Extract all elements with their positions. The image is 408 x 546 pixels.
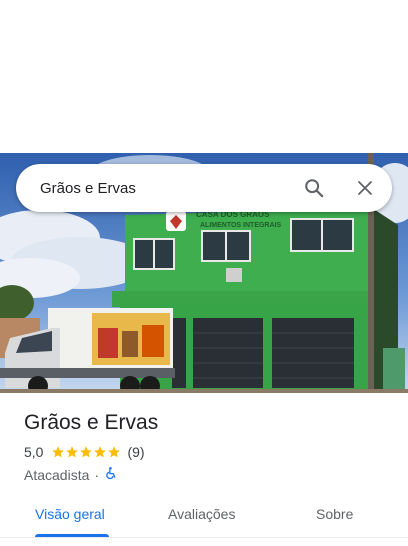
star-icon <box>52 446 65 458</box>
search-icon[interactable] <box>302 176 326 200</box>
tabs-divider <box>0 537 408 538</box>
tab-overview[interactable]: Visão geral <box>35 506 105 522</box>
building-sign-text: ALIMENTOS INTEGRAIS <box>200 222 281 229</box>
search-query-text[interactable]: Grãos e Ervas <box>40 180 136 197</box>
star-icon <box>94 446 107 458</box>
review-count[interactable]: (9) <box>127 444 144 460</box>
place-tabs: Visão geral Avaliações Sobre <box>0 494 408 538</box>
separator-dot: · <box>94 466 100 483</box>
star-rating <box>51 445 121 459</box>
rating-value: 5,0 <box>24 444 44 460</box>
wheelchair-icon[interactable] <box>104 466 118 483</box>
tab-about[interactable]: Sobre <box>316 506 353 522</box>
tab-reviews[interactable]: Avaliações <box>168 506 235 522</box>
star-icon <box>66 446 79 458</box>
rating-row[interactable]: 5,0 (9) <box>24 444 145 460</box>
category-row: Atacadista · <box>24 466 118 483</box>
place-category: Atacadista <box>24 466 90 483</box>
star-icon <box>108 446 121 458</box>
close-icon[interactable] <box>353 176 377 200</box>
search-bar[interactable]: Grãos e Ervas <box>16 164 392 212</box>
star-icon <box>80 446 93 458</box>
place-name: Grãos e Ervas <box>24 411 159 434</box>
